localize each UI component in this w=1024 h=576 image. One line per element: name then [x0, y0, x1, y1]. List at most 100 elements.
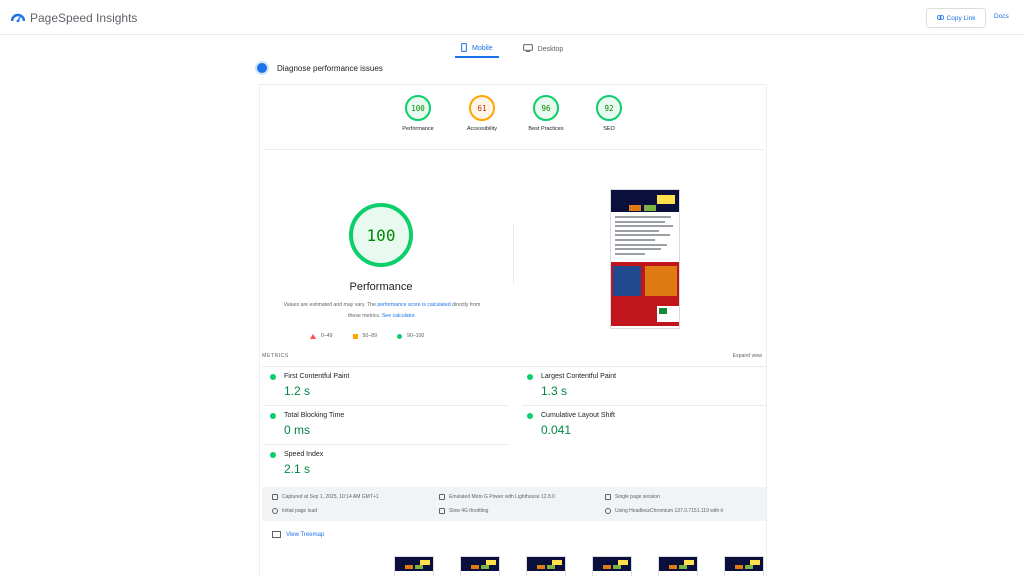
report-card: 100 Performance 61 Accessibility 96 Best…	[259, 84, 767, 576]
legend-fail: 0–49	[310, 333, 333, 339]
filmstrip-frame	[724, 556, 764, 576]
tab-mobile-label: Mobile	[472, 44, 493, 52]
pass-circle-icon	[270, 373, 276, 380]
browser-info: Using HeadlessChromium 137.0.7151.119 wi…	[605, 508, 723, 514]
gauge-seo[interactable]: 92 SEO	[579, 95, 639, 132]
screenshot-logo	[657, 195, 675, 204]
triangle-icon	[310, 333, 316, 339]
performance-score-gauge: 100	[349, 203, 413, 267]
metrics-title: METRICS	[262, 353, 289, 359]
browser-icon	[605, 508, 611, 514]
gauge-label: Best Practices	[528, 126, 564, 132]
diagnose-section-header: Diagnose performance issues	[257, 63, 383, 73]
info-text: Single page session	[615, 494, 660, 500]
tab-desktop-label: Desktop	[537, 45, 564, 53]
score-legend: 0–49 50–89 90–100	[310, 333, 424, 339]
gauge-score: 96	[533, 95, 559, 121]
divider	[264, 149, 764, 150]
info-text: Emulated Moto G Power with Lighthouse 12…	[449, 494, 555, 500]
performance-note: Values are estimated and may vary. The p…	[282, 300, 482, 322]
session-info: Single page session	[605, 494, 660, 500]
metric-lcp: Largest Contentful Paint 1.3 s	[527, 373, 757, 398]
info-text: Using HeadlessChromium 137.0.7151.119 wi…	[615, 508, 724, 514]
gauge-score: 100	[405, 95, 431, 121]
docs-link[interactable]: Docs	[994, 13, 1009, 20]
metrics-header: METRICS Expand view	[262, 353, 762, 359]
pass-circle-icon	[270, 451, 276, 458]
performance-title: Performance	[349, 281, 413, 293]
gauge-score: 92	[596, 95, 622, 121]
top-bar: PageSpeed Insights Copy Link Docs	[0, 0, 1024, 35]
tab-desktop[interactable]: Desktop	[517, 40, 570, 58]
category-gauges: 100 Performance 61 Accessibility 96 Best…	[260, 95, 768, 145]
metric-name: Largest Contentful Paint	[541, 373, 617, 380]
gauge-score: 61	[469, 95, 495, 121]
captured-info: Captured at Sep 1, 2025, 10:14 AM GMT+1	[272, 494, 379, 500]
calendar-icon	[272, 494, 278, 500]
metric-name: Cumulative Layout Shift	[541, 412, 615, 419]
legend-average: 50–89	[352, 333, 377, 339]
legend-pass: 90–100	[396, 333, 425, 339]
filmstrip-frame	[658, 556, 698, 576]
filmstrip-frame	[592, 556, 632, 576]
see-calculator-link[interactable]: See calculator.	[382, 313, 416, 319]
filmstrip-frame	[460, 556, 500, 576]
screenshot-text-lines	[615, 216, 675, 257]
device-icon	[439, 494, 445, 500]
diagnose-dot-icon	[257, 63, 267, 73]
metric-cls: Cumulative Layout Shift 0.041	[527, 412, 757, 437]
gauge-best-practices[interactable]: 96 Best Practices	[516, 95, 576, 132]
divider	[522, 405, 766, 406]
emulated-info: Emulated Moto G Power with Lighthouse 12…	[439, 494, 555, 500]
pass-circle-icon	[527, 412, 533, 419]
gauge-performance[interactable]: 100 Performance	[388, 95, 448, 132]
legend-range: 0–49	[321, 333, 333, 339]
divider	[262, 366, 766, 367]
treemap-label: View Treemap	[286, 531, 325, 538]
divider	[264, 405, 508, 406]
metric-value: 1.2 s	[284, 384, 311, 398]
metric-name: First Contentful Paint	[284, 373, 350, 380]
metric-name: Speed Index	[284, 451, 324, 458]
throttling-info: Slow 4G throttling	[439, 508, 488, 514]
screenshot-image	[611, 262, 679, 326]
legend-range: 50–89	[362, 333, 377, 339]
metric-value: 0.041	[541, 423, 572, 437]
gauge-accessibility[interactable]: 61 Accessibility	[452, 95, 512, 132]
metric-value: 0 ms	[284, 423, 311, 437]
treemap-icon	[272, 531, 281, 538]
square-icon	[352, 333, 358, 339]
timer-icon	[272, 508, 278, 514]
filmstrip-frame	[394, 556, 434, 576]
pagespeed-logo-icon	[10, 9, 26, 27]
metric-fcp: First Contentful Paint 1.2 s	[270, 373, 500, 398]
info-text: Initial page load	[282, 508, 318, 514]
wifi-icon	[439, 508, 445, 514]
load-info: Initial page load	[272, 508, 317, 514]
gauge-label: SEO	[603, 126, 615, 132]
filmstrip-frame	[526, 556, 566, 576]
phone-icon	[461, 42, 467, 54]
info-text: Slow 4G throttling	[449, 508, 489, 514]
info-text: Captured at Sep 1, 2025, 10:14 AM GMT+1	[282, 494, 379, 500]
app-title: PageSpeed Insights	[30, 11, 138, 25]
final-screenshot	[610, 189, 680, 329]
gauge-label: Accessibility	[467, 126, 497, 132]
performance-score-link[interactable]: performance score is calculated	[377, 302, 450, 308]
metric-name: Total Blocking Time	[284, 412, 345, 419]
run-info-panel: Captured at Sep 1, 2025, 10:14 AM GMT+1 …	[262, 487, 766, 521]
view-treemap-button[interactable]: View Treemap	[272, 531, 324, 538]
copy-link-button[interactable]: Copy Link	[926, 8, 986, 28]
expand-view-toggle[interactable]: Expand view	[733, 353, 762, 359]
copy-link-label: Copy Link	[946, 14, 976, 22]
diagnose-label: Diagnose performance issues	[277, 63, 383, 73]
legend-range: 90–100	[406, 333, 425, 339]
pass-circle-icon	[270, 412, 276, 419]
note-text: Values are estimated and may vary. The	[283, 302, 378, 308]
screenshot-tabs	[629, 205, 656, 211]
tab-mobile[interactable]: Mobile	[455, 40, 499, 58]
divider	[264, 444, 508, 445]
link-icon	[936, 14, 944, 22]
brand[interactable]: PageSpeed Insights	[10, 9, 138, 27]
divider	[513, 225, 514, 285]
